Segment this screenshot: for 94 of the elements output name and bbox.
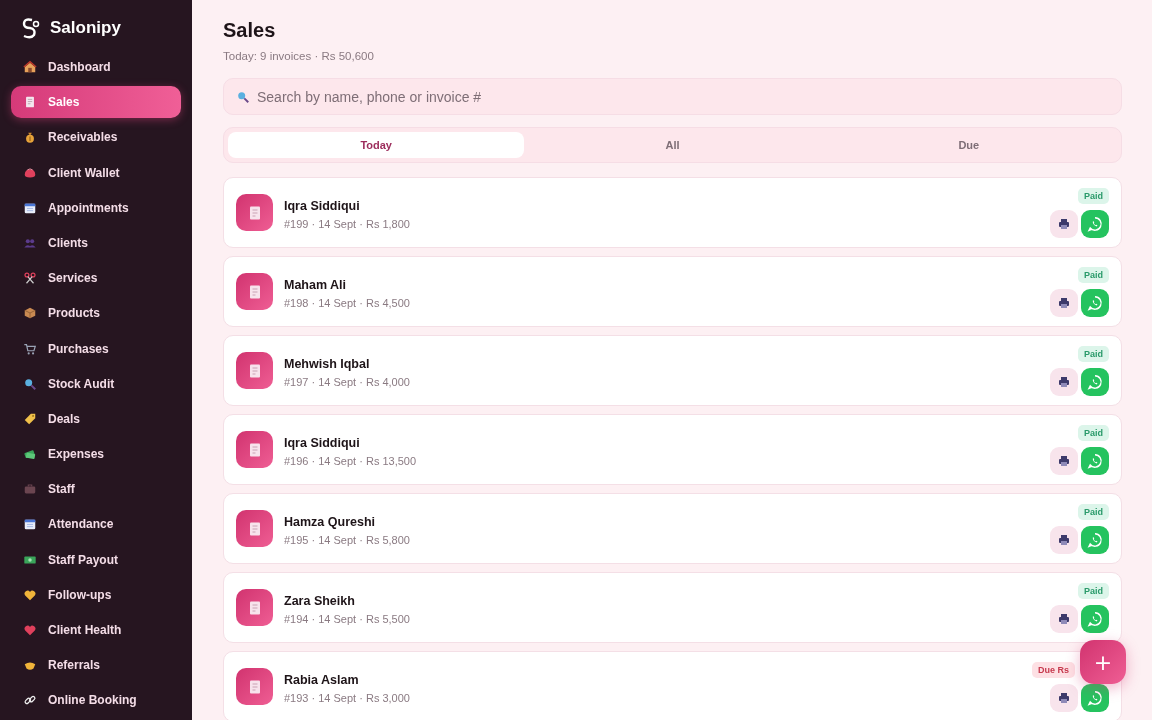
invoice-card[interactable]: Iqra Siddiqui #196 · 14 Sept · Rs 13,500 Paid bbox=[223, 414, 1122, 485]
print-button[interactable] bbox=[1050, 604, 1078, 633]
invoice-card[interactable]: Zara Sheikh #194 · 14 Sept · Rs 5,500 Paid bbox=[223, 572, 1122, 643]
client-name: Mehwish Iqbal bbox=[284, 356, 370, 371]
add-button[interactable]: + bbox=[1080, 640, 1126, 684]
printer-icon bbox=[1058, 612, 1070, 625]
printer-icon bbox=[1058, 296, 1070, 309]
sidebar-item[interactable]: Follow-ups bbox=[11, 578, 181, 611]
invoice-details: #199 · 14 Sept · Rs 1,800 bbox=[284, 217, 411, 230]
client-name: Iqra Siddiqui bbox=[284, 435, 360, 450]
sidebar-item[interactable]: Staff bbox=[11, 473, 181, 506]
sidebar-item[interactable]: Expenses bbox=[11, 438, 181, 471]
invoice-details: #196 · 14 Sept · Rs 13,500 bbox=[284, 454, 418, 467]
chat-icon bbox=[1087, 373, 1103, 390]
printer-icon bbox=[1058, 375, 1070, 388]
print-button[interactable] bbox=[1050, 288, 1078, 317]
chat-icon bbox=[1087, 294, 1103, 311]
chat-icon bbox=[1087, 610, 1103, 627]
receipt-icon bbox=[236, 352, 273, 389]
chat-icon bbox=[1087, 689, 1103, 706]
sidebar-item[interactable]: Receivables bbox=[11, 121, 181, 154]
status-badge: Paid bbox=[1078, 424, 1109, 441]
print-button[interactable] bbox=[1050, 367, 1078, 396]
house-icon bbox=[23, 60, 37, 74]
receipt-icon bbox=[236, 273, 273, 310]
page-title: Sales bbox=[223, 19, 277, 42]
page-subtitle: Today: 9 invoices · Rs 50,600 bbox=[223, 50, 375, 62]
tag-icon bbox=[23, 411, 37, 426]
chat-icon bbox=[1087, 215, 1103, 232]
printer-icon bbox=[1058, 454, 1070, 467]
invoice-details: #195 · 14 Sept · Rs 5,800 bbox=[284, 533, 411, 546]
invoice-card[interactable]: Iqra Siddiqui #199 · 14 Sept · Rs 1,800 Paid bbox=[223, 177, 1122, 248]
tab[interactable]: Today bbox=[228, 132, 525, 158]
invoice-details: #193 · 14 Sept · Rs 3,000 bbox=[284, 691, 411, 704]
print-button[interactable] bbox=[1050, 525, 1078, 554]
calendar-icon bbox=[23, 517, 37, 532]
sidebar-item[interactable]: Purchases bbox=[11, 332, 181, 365]
sidebar-item[interactable]: Referrals bbox=[11, 649, 181, 682]
scissors-icon bbox=[23, 271, 37, 286]
invoice-details: #194 · 14 Sept · Rs 5,500 bbox=[284, 612, 411, 625]
sidebar-item[interactable]: Products bbox=[11, 297, 181, 330]
money-icon bbox=[23, 447, 37, 462]
receipt-icon bbox=[236, 194, 273, 231]
sidebar-item[interactable]: Services bbox=[11, 262, 181, 295]
chat-icon bbox=[1087, 531, 1103, 548]
sidebar-item[interactable]: Online Booking bbox=[11, 684, 181, 717]
receipt-icon bbox=[236, 589, 273, 626]
chat-icon bbox=[1087, 452, 1103, 469]
status-badge: Paid bbox=[1078, 345, 1109, 362]
money-bag-icon bbox=[23, 130, 37, 145]
status-badge: Paid bbox=[1078, 187, 1109, 204]
status-badge: Paid bbox=[1078, 503, 1109, 520]
sidebar-item[interactable]: Clients bbox=[11, 226, 181, 259]
receipt-icon bbox=[236, 668, 273, 705]
sidebar-item[interactable]: Client Wallet bbox=[11, 156, 181, 189]
print-button[interactable] bbox=[1050, 209, 1078, 238]
status-badge: Paid bbox=[1078, 582, 1109, 599]
sidebar-item[interactable]: Dashboard bbox=[11, 51, 181, 83]
sidebar-item[interactable]: Appointments bbox=[11, 191, 181, 224]
printer-icon bbox=[1058, 217, 1070, 230]
sidebar-item[interactable]: Staff Payout bbox=[11, 543, 181, 576]
client-name: Hamza Qureshi bbox=[284, 514, 375, 529]
box-icon bbox=[23, 306, 37, 321]
invoice-details: #198 · 14 Sept · Rs 4,500 bbox=[284, 296, 411, 309]
invoice-card[interactable]: Hamza Qureshi #195 · 14 Sept · Rs 5,800 Paid bbox=[223, 493, 1122, 564]
receipt-icon bbox=[23, 95, 37, 110]
invoice-card[interactable]: Mehwish Iqbal #197 · 14 Sept · Rs 4,000 Paid bbox=[223, 335, 1122, 406]
client-name: Zara Sheikh bbox=[284, 593, 355, 608]
sidebar-item[interactable]: Sales bbox=[11, 86, 181, 119]
receipt-icon bbox=[236, 431, 273, 468]
print-button[interactable] bbox=[1050, 446, 1078, 475]
search-field[interactable]: Search by name, phone or invoice # bbox=[223, 78, 1122, 115]
invoice-details: #197 · 14 Sept · Rs 4,000 bbox=[284, 375, 411, 388]
print-button[interactable] bbox=[1050, 683, 1078, 712]
sidebar-item[interactable]: Stock Audit bbox=[11, 367, 181, 400]
sidebar-item[interactable]: Attendance bbox=[11, 508, 181, 541]
heart-icon bbox=[23, 623, 37, 637]
client-name: Iqra Siddiqui bbox=[284, 198, 360, 213]
sidebar-item[interactable]: Client Health bbox=[11, 614, 181, 646]
client-name: Rabia Aslam bbox=[284, 672, 359, 687]
search-icon bbox=[23, 376, 37, 391]
tab[interactable]: All bbox=[524, 132, 821, 158]
app-name: Salonipy bbox=[50, 18, 121, 38]
status-badge: Due Rs bbox=[1032, 661, 1075, 678]
cart-icon bbox=[23, 341, 37, 356]
tab[interactable]: Due bbox=[820, 132, 1117, 158]
purse-icon bbox=[23, 165, 37, 180]
receipt-icon bbox=[236, 510, 273, 547]
printer-icon bbox=[1058, 691, 1070, 704]
client-name: Maham Ali bbox=[284, 277, 347, 292]
sidebar-item[interactable]: Deals bbox=[11, 402, 181, 435]
printer-icon bbox=[1058, 533, 1070, 546]
invoice-card[interactable]: Maham Ali #198 · 14 Sept · Rs 4,500 Paid bbox=[223, 256, 1122, 327]
status-badge: Paid bbox=[1078, 266, 1109, 283]
